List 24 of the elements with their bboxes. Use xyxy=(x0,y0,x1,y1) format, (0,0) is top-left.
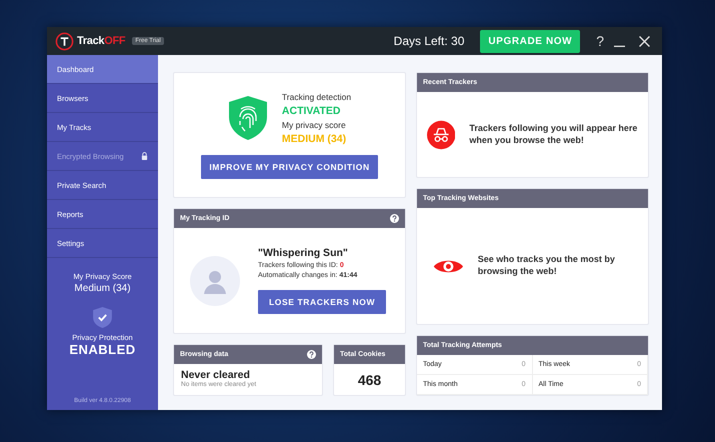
privacy-score-label: My privacy score xyxy=(282,120,347,130)
improve-privacy-button[interactable]: IMPROVE MY PRIVACY CONDITION xyxy=(201,154,378,178)
avatar-placeholder xyxy=(190,256,240,306)
lose-trackers-button[interactable]: LOSE TRACKERS NOW xyxy=(258,290,386,314)
shield-check-icon xyxy=(92,306,113,329)
logo-text: TrackOFF xyxy=(77,35,126,47)
top-websites-message: See who tracks you the most by browsing the web! xyxy=(478,254,616,278)
privacy-score-value: MEDIUM (34) xyxy=(282,132,348,144)
cookies-count: 468 xyxy=(358,372,382,388)
help-icon[interactable] xyxy=(307,350,316,359)
recent-trackers-message: Trackers following you will appear here when you browse the web! xyxy=(469,122,638,146)
help-icon[interactable] xyxy=(390,214,399,223)
logo-icon xyxy=(55,32,74,50)
days-left-text: Days Left: 30 xyxy=(394,34,464,48)
help-button[interactable]: ? xyxy=(596,33,604,49)
browsing-data-status: Never cleared xyxy=(181,369,251,381)
tracking-detection-label: Tracking detection xyxy=(282,92,352,102)
tracking-detection-status: ACTIVATED xyxy=(282,104,342,116)
lock-icon xyxy=(141,152,148,160)
fingerprint-shield-icon xyxy=(228,95,268,141)
protection-status: ENABLED xyxy=(69,342,136,357)
close-icon[interactable] xyxy=(639,36,650,46)
tracking-id-name: "Whispering Sun" xyxy=(258,247,349,259)
privacy-score-value: Medium (34) xyxy=(74,283,131,294)
